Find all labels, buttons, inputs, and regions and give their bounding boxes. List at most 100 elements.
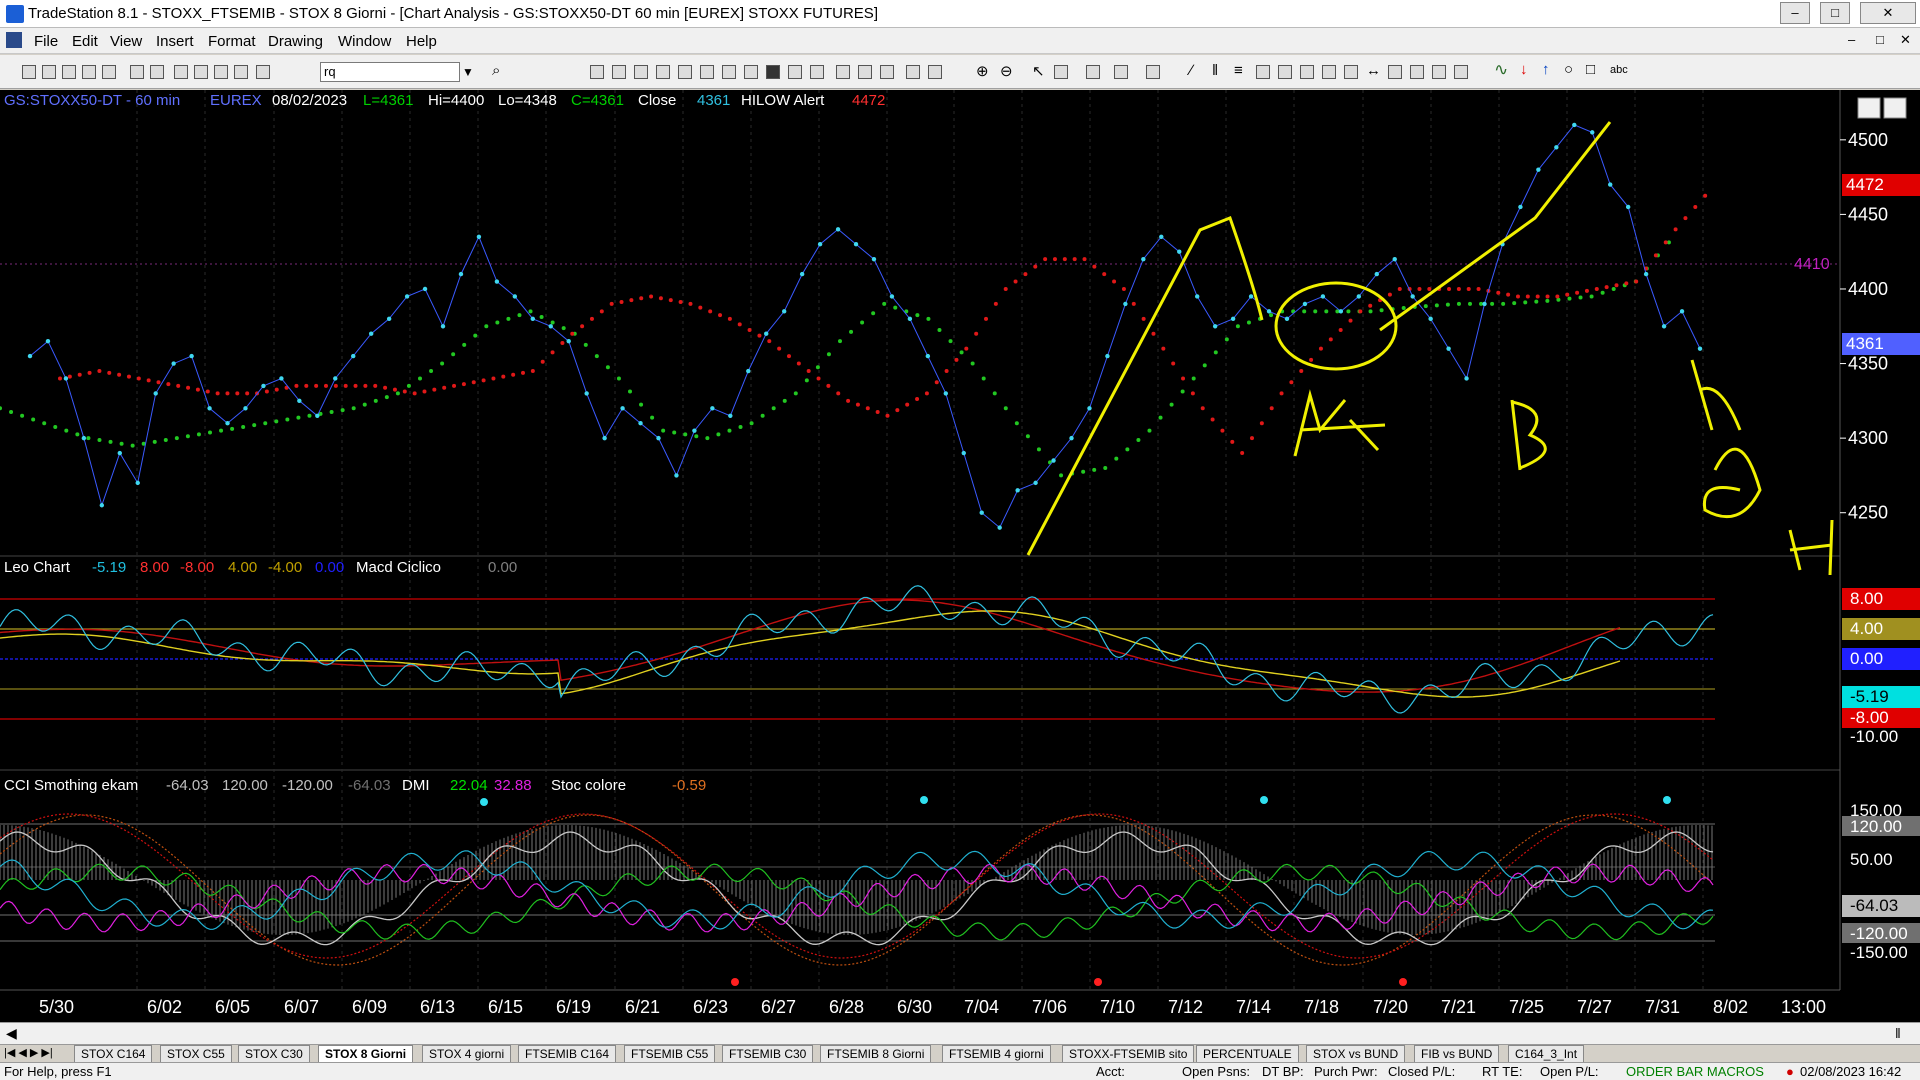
order-bar-macros[interactable]: ORDER BAR MACROS xyxy=(1626,1064,1764,1079)
search-icon[interactable]: ⌕ xyxy=(492,62,500,79)
pane-minimize-button[interactable] xyxy=(1857,97,1881,119)
tab-c164-3-int[interactable]: C164_3_Int xyxy=(1508,1045,1585,1063)
chart-tool-icon[interactable] xyxy=(744,65,758,79)
chart-tool-icon[interactable] xyxy=(880,65,894,79)
menu-format[interactable]: Format xyxy=(208,33,256,50)
chart-tool-icon[interactable] xyxy=(858,65,872,79)
chart-tool-icon[interactable] xyxy=(722,65,736,79)
chart-tool-icon[interactable] xyxy=(634,65,648,79)
open-icon[interactable] xyxy=(42,65,56,79)
tab-stox-c30[interactable]: STOX C30 xyxy=(238,1045,310,1063)
andrews-icon[interactable] xyxy=(1300,65,1314,79)
format-icon[interactable] xyxy=(1146,65,1160,79)
menu-file[interactable]: File xyxy=(34,33,58,50)
tab-stox-c164[interactable]: STOX C164 xyxy=(74,1045,153,1063)
save-icon[interactable] xyxy=(62,65,76,79)
symbol-combo[interactable]: rq xyxy=(320,62,460,82)
tab-ftsemib-c164[interactable]: FTSEMIB C164 xyxy=(518,1045,617,1063)
buy-arrow-icon[interactable]: ↑ xyxy=(1542,61,1550,78)
combo-dropdown-icon[interactable]: ▼ xyxy=(462,65,474,79)
chart-tool-icon[interactable] xyxy=(766,65,780,79)
wave-icon[interactable] xyxy=(1432,65,1446,79)
dmi-value-2: 32.88 xyxy=(494,777,532,794)
copy-icon[interactable] xyxy=(82,65,96,79)
tab-stox-8-giorni[interactable]: STOX 8 Giorni xyxy=(318,1045,414,1063)
chart-tool-icon[interactable] xyxy=(810,65,824,79)
text-tool-icon[interactable]: abc xyxy=(1610,64,1628,76)
upper-band-point xyxy=(1052,257,1057,262)
chart-tool-icon[interactable] xyxy=(590,65,604,79)
chart-tool-icon[interactable] xyxy=(788,65,802,79)
zoom-out-icon[interactable]: ⊖ xyxy=(1000,62,1013,80)
lower-band-point xyxy=(970,361,975,366)
tab-ftsemib-c55[interactable]: FTSEMIB C55 xyxy=(624,1045,716,1063)
print-preview-icon[interactable] xyxy=(150,65,164,79)
channel-icon[interactable] xyxy=(1322,65,1336,79)
ellipse-icon[interactable]: ○ xyxy=(1564,61,1573,78)
maximize-button[interactable]: □ xyxy=(1820,2,1850,24)
minimize-button[interactable]: – xyxy=(1780,2,1810,24)
tab-ftsemib-8-giorni[interactable]: FTSEMIB 8 Giorni xyxy=(820,1045,932,1063)
menu-edit[interactable]: Edit xyxy=(72,33,98,50)
gann-icon[interactable] xyxy=(1278,65,1292,79)
upper-band-point xyxy=(1318,346,1323,351)
tab-nav-arrows-icon[interactable]: |◀ ◀ ▶ ▶| xyxy=(4,1046,53,1059)
sell-arrow-icon[interactable]: ↓ xyxy=(1520,61,1528,78)
chart-tool-icon[interactable] xyxy=(836,65,850,79)
close-button[interactable]: ✕ xyxy=(1860,2,1916,24)
curve-icon[interactable]: ∿ xyxy=(1494,60,1508,80)
chart-tool-icon[interactable] xyxy=(656,65,670,79)
format-icon[interactable] xyxy=(1114,65,1128,79)
grid-icon[interactable] xyxy=(234,65,248,79)
tab-stoxx-ftsemib-sito[interactable]: STOXX-FTSEMIB sito xyxy=(1062,1045,1195,1063)
vertical-lines-icon[interactable]: ‖ xyxy=(1212,62,1218,79)
trendline-icon[interactable]: ∕ xyxy=(1190,62,1193,79)
tab-ftsemib-c30[interactable]: FTSEMIB C30 xyxy=(722,1045,814,1063)
parallel-icon[interactable] xyxy=(1388,65,1402,79)
horizontal-scroll-strip[interactable]: ◀ ‖ xyxy=(0,1022,1920,1044)
chart-tool-icon[interactable] xyxy=(612,65,626,79)
lock-icon[interactable] xyxy=(214,65,228,79)
chart-tool-icon[interactable] xyxy=(906,65,920,79)
fib-icon[interactable] xyxy=(1256,65,1270,79)
pane-restore-button[interactable] xyxy=(1883,97,1907,119)
tab-stox-c55[interactable]: STOX C55 xyxy=(160,1045,232,1063)
horizontal-arrow-icon[interactable]: ↔ xyxy=(1366,62,1381,79)
scroll-handle-icon[interactable]: ‖ xyxy=(1895,1025,1901,1041)
chart-tool-icon[interactable] xyxy=(678,65,692,79)
chart-tool-icon[interactable] xyxy=(928,65,942,79)
menu-view[interactable]: View xyxy=(110,33,142,50)
zoom-in-icon[interactable]: ⊕ xyxy=(976,62,989,80)
pen-icon[interactable] xyxy=(1454,65,1468,79)
rectangle-icon[interactable]: □ xyxy=(1586,61,1595,78)
window-icon[interactable] xyxy=(194,65,208,79)
print-icon[interactable] xyxy=(130,65,144,79)
upper-band-point xyxy=(1476,286,1481,291)
palette-icon[interactable] xyxy=(256,65,270,79)
mdi-minimize-button[interactable]: – xyxy=(1848,32,1855,47)
tab-percentuale[interactable]: PERCENTUALE xyxy=(1196,1045,1299,1063)
draw-icon[interactable] xyxy=(1054,65,1068,79)
pointer-icon[interactable]: ↖ xyxy=(1032,62,1045,80)
menu-window[interactable]: Window xyxy=(338,33,391,50)
tab-ftsemib-4-giorni[interactable]: FTSEMIB 4 giorni xyxy=(942,1045,1051,1063)
menu-insert[interactable]: Insert xyxy=(156,33,194,50)
mdi-close-button[interactable]: ✕ xyxy=(1900,32,1911,48)
tab-fib-vs-bund[interactable]: FIB vs BUND xyxy=(1414,1045,1500,1063)
tab-stox-vs-bund[interactable]: STOX vs BUND xyxy=(1306,1045,1406,1063)
mdi-restore-button[interactable]: □ xyxy=(1876,32,1884,47)
price-point xyxy=(1069,435,1074,441)
arc-icon[interactable] xyxy=(1410,65,1424,79)
chart-tool-icon[interactable] xyxy=(700,65,714,79)
speed-icon[interactable] xyxy=(1344,65,1358,79)
paste-icon[interactable] xyxy=(102,65,116,79)
scroll-left-icon[interactable]: ◀ xyxy=(6,1025,17,1042)
menu-help[interactable]: Help xyxy=(406,33,437,50)
chart-area[interactable]: GS:STOXX50-DT - 60 min EUREX 08/02/2023 … xyxy=(0,90,1920,1022)
tab-stox-4-giorni[interactable]: STOX 4 giorni xyxy=(422,1045,512,1063)
tools-icon[interactable] xyxy=(1086,65,1100,79)
layout-icon[interactable] xyxy=(174,65,188,79)
horizontal-lines-icon[interactable]: ≡ xyxy=(1234,62,1243,79)
menu-drawing[interactable]: Drawing xyxy=(268,33,323,50)
new-icon[interactable] xyxy=(22,65,36,79)
